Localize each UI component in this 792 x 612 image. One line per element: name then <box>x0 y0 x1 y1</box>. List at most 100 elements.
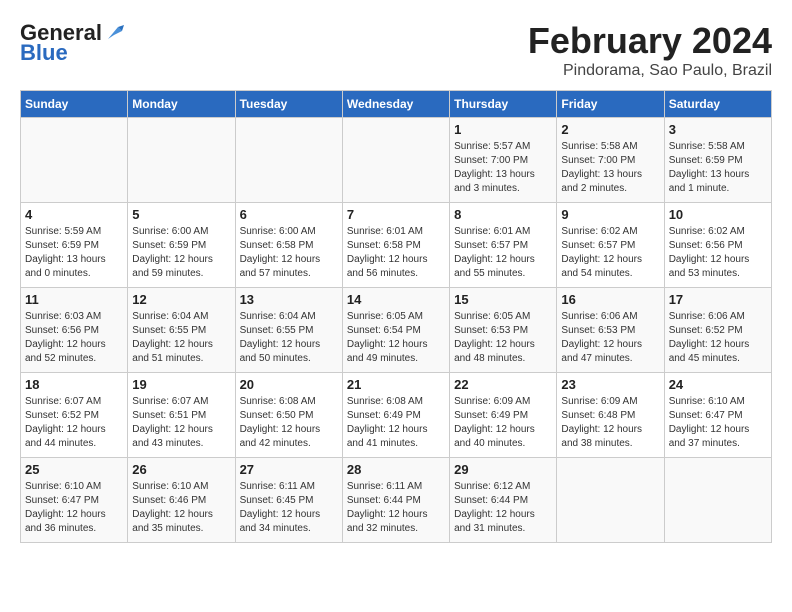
day-number: 10 <box>669 207 767 222</box>
calendar-cell <box>21 118 128 203</box>
calendar-cell: 8 Sunrise: 6:01 AM Sunset: 6:57 PM Daylig… <box>450 203 557 288</box>
day-number: 27 <box>240 462 338 477</box>
day-info: Sunrise: 6:09 AM Sunset: 6:48 PM Dayligh… <box>561 395 659 451</box>
calendar-cell: 13 Sunrise: 6:04 AM Sunset: 6:55 PM Dayli… <box>235 288 342 373</box>
weekday-header-sunday: Sunday <box>21 91 128 118</box>
day-info: Sunrise: 6:04 AM Sunset: 6:55 PM Dayligh… <box>132 310 230 366</box>
day-info: Sunrise: 6:01 AM Sunset: 6:58 PM Dayligh… <box>347 225 445 281</box>
day-info: Sunrise: 6:04 AM Sunset: 6:55 PM Dayligh… <box>240 310 338 366</box>
day-number: 17 <box>669 292 767 307</box>
calendar-week-row: 1 Sunrise: 5:57 AM Sunset: 7:00 PM Daylig… <box>21 118 772 203</box>
calendar-week-row: 18Sunrise: 6:07 AM Sunset: 6:52 PM Dayli… <box>21 373 772 458</box>
day-number: 23 <box>561 377 659 392</box>
calendar-cell: 28 Sunrise: 6:11 AM Sunset: 6:44 PM Dayli… <box>342 458 449 543</box>
day-info: Sunrise: 5:58 AM Sunset: 7:00 PM Dayligh… <box>561 140 659 196</box>
calendar-table: SundayMondayTuesdayWednesdayThursdayFrid… <box>20 90 772 543</box>
calendar-cell: 23 Sunrise: 6:09 AM Sunset: 6:48 PM Dayli… <box>557 373 664 458</box>
month-title: February 2024 <box>528 20 772 62</box>
calendar-cell: 11 Sunrise: 6:03 AM Sunset: 6:56 PM Dayli… <box>21 288 128 373</box>
calendar-cell: 6 Sunrise: 6:00 AM Sunset: 6:58 PM Daylig… <box>235 203 342 288</box>
calendar-cell <box>128 118 235 203</box>
calendar-cell: 9 Sunrise: 6:02 AM Sunset: 6:57 PM Daylig… <box>557 203 664 288</box>
calendar-cell: 1 Sunrise: 5:57 AM Sunset: 7:00 PM Daylig… <box>450 118 557 203</box>
day-number: 21 <box>347 377 445 392</box>
logo-blue: Blue <box>20 40 68 66</box>
day-info: Sunrise: 5:58 AM Sunset: 6:59 PM Dayligh… <box>669 140 767 196</box>
weekday-header-tuesday: Tuesday <box>235 91 342 118</box>
calendar-cell: 14 Sunrise: 6:05 AM Sunset: 6:54 PM Dayli… <box>342 288 449 373</box>
day-info: Sunrise: 6:09 AM Sunset: 6:49 PM Dayligh… <box>454 395 552 451</box>
logo-bird-icon <box>104 23 124 43</box>
calendar-cell: 16 Sunrise: 6:06 AM Sunset: 6:53 PM Dayli… <box>557 288 664 373</box>
calendar-cell: 7 Sunrise: 6:01 AM Sunset: 6:58 PM Daylig… <box>342 203 449 288</box>
day-number: 19 <box>132 377 230 392</box>
calendar-cell <box>557 458 664 543</box>
day-number: 12 <box>132 292 230 307</box>
day-info: Sunrise: 6:06 AM Sunset: 6:53 PM Dayligh… <box>561 310 659 366</box>
calendar-week-row: 4 Sunrise: 5:59 AM Sunset: 6:59 PM Daylig… <box>21 203 772 288</box>
weekday-header-friday: Friday <box>557 91 664 118</box>
day-number: 15 <box>454 292 552 307</box>
day-number: 6 <box>240 207 338 222</box>
day-number: 2 <box>561 122 659 137</box>
day-number: 14 <box>347 292 445 307</box>
day-info: Sunrise: 6:11 AM Sunset: 6:44 PM Dayligh… <box>347 480 445 536</box>
calendar-cell: 17 Sunrise: 6:06 AM Sunset: 6:52 PM Dayli… <box>664 288 771 373</box>
calendar-cell: 4 Sunrise: 5:59 AM Sunset: 6:59 PM Daylig… <box>21 203 128 288</box>
day-info: Sunrise: 6:12 AM Sunset: 6:44 PM Dayligh… <box>454 480 552 536</box>
day-number: 1 <box>454 122 552 137</box>
day-info: Sunrise: 6:03 AM Sunset: 6:56 PM Dayligh… <box>25 310 123 366</box>
weekday-header-thursday: Thursday <box>450 91 557 118</box>
calendar-cell: 19 Sunrise: 6:07 AM Sunset: 6:51 PM Dayli… <box>128 373 235 458</box>
calendar-cell <box>664 458 771 543</box>
day-info: Sunrise: 6:02 AM Sunset: 6:57 PM Dayligh… <box>561 225 659 281</box>
calendar-cell: 21 Sunrise: 6:08 AM Sunset: 6:49 PM Dayli… <box>342 373 449 458</box>
day-number: 25 <box>25 462 123 477</box>
calendar-cell: 3Sunrise: 5:58 AM Sunset: 6:59 PM Daylig… <box>664 118 771 203</box>
day-number: 13 <box>240 292 338 307</box>
day-number: 9 <box>561 207 659 222</box>
weekday-header-wednesday: Wednesday <box>342 91 449 118</box>
day-info: Sunrise: 6:06 AM Sunset: 6:52 PM Dayligh… <box>669 310 767 366</box>
day-info: Sunrise: 6:01 AM Sunset: 6:57 PM Dayligh… <box>454 225 552 281</box>
day-number: 20 <box>240 377 338 392</box>
day-info: Sunrise: 6:07 AM Sunset: 6:52 PM Dayligh… <box>25 395 123 451</box>
day-number: 16 <box>561 292 659 307</box>
weekday-header-row: SundayMondayTuesdayWednesdayThursdayFrid… <box>21 91 772 118</box>
day-info: Sunrise: 6:05 AM Sunset: 6:53 PM Dayligh… <box>454 310 552 366</box>
day-number: 22 <box>454 377 552 392</box>
calendar-cell: 22 Sunrise: 6:09 AM Sunset: 6:49 PM Dayli… <box>450 373 557 458</box>
calendar-cell: 12 Sunrise: 6:04 AM Sunset: 6:55 PM Dayli… <box>128 288 235 373</box>
weekday-header-monday: Monday <box>128 91 235 118</box>
day-number: 8 <box>454 207 552 222</box>
calendar-week-row: 11 Sunrise: 6:03 AM Sunset: 6:56 PM Dayli… <box>21 288 772 373</box>
day-info: Sunrise: 6:07 AM Sunset: 6:51 PM Dayligh… <box>132 395 230 451</box>
day-info: Sunrise: 6:11 AM Sunset: 6:45 PM Dayligh… <box>240 480 338 536</box>
day-info: Sunrise: 6:08 AM Sunset: 6:49 PM Dayligh… <box>347 395 445 451</box>
day-number: 11 <box>25 292 123 307</box>
calendar-cell: 2 Sunrise: 5:58 AM Sunset: 7:00 PM Daylig… <box>557 118 664 203</box>
calendar-week-row: 25Sunrise: 6:10 AM Sunset: 6:47 PM Dayli… <box>21 458 772 543</box>
page-header: General Blue February 2024 Pindorama, Sa… <box>20 20 772 80</box>
day-number: 29 <box>454 462 552 477</box>
calendar-cell: 27 Sunrise: 6:11 AM Sunset: 6:45 PM Dayli… <box>235 458 342 543</box>
calendar-cell: 24Sunrise: 6:10 AM Sunset: 6:47 PM Dayli… <box>664 373 771 458</box>
calendar-cell: 18Sunrise: 6:07 AM Sunset: 6:52 PM Dayli… <box>21 373 128 458</box>
day-number: 7 <box>347 207 445 222</box>
title-block: February 2024 Pindorama, Sao Paulo, Braz… <box>528 20 772 80</box>
calendar-cell: 5Sunrise: 6:00 AM Sunset: 6:59 PM Daylig… <box>128 203 235 288</box>
calendar-cell: 20Sunrise: 6:08 AM Sunset: 6:50 PM Dayli… <box>235 373 342 458</box>
logo: General Blue <box>20 20 124 66</box>
calendar-cell <box>342 118 449 203</box>
day-info: Sunrise: 5:59 AM Sunset: 6:59 PM Dayligh… <box>25 225 123 281</box>
day-info: Sunrise: 6:02 AM Sunset: 6:56 PM Dayligh… <box>669 225 767 281</box>
day-info: Sunrise: 6:00 AM Sunset: 6:58 PM Dayligh… <box>240 225 338 281</box>
day-info: Sunrise: 6:05 AM Sunset: 6:54 PM Dayligh… <box>347 310 445 366</box>
day-number: 28 <box>347 462 445 477</box>
calendar-cell: 15 Sunrise: 6:05 AM Sunset: 6:53 PM Dayli… <box>450 288 557 373</box>
calendar-cell <box>235 118 342 203</box>
calendar-cell: 10 Sunrise: 6:02 AM Sunset: 6:56 PM Dayli… <box>664 203 771 288</box>
day-number: 4 <box>25 207 123 222</box>
calendar-cell: 29 Sunrise: 6:12 AM Sunset: 6:44 PM Dayli… <box>450 458 557 543</box>
day-info: Sunrise: 5:57 AM Sunset: 7:00 PM Dayligh… <box>454 140 552 196</box>
